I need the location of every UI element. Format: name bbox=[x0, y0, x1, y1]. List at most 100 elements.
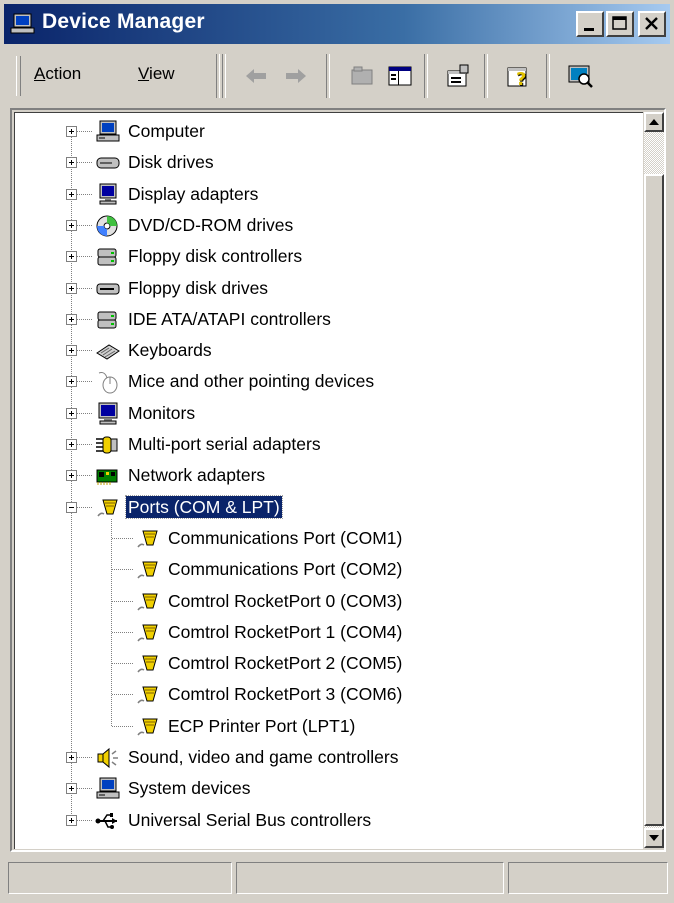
tree-category[interactable]: Display adapters bbox=[15, 180, 635, 210]
tree-device-label: Comtrol RocketPort 0 (COM3) bbox=[168, 590, 403, 611]
port-icon bbox=[137, 718, 158, 736]
tree-device[interactable]: Comtrol RocketPort 3 (COM6) bbox=[15, 680, 635, 710]
menu-view[interactable]: View bbox=[138, 64, 175, 84]
expand-toggle[interactable] bbox=[66, 345, 77, 357]
expand-toggle[interactable] bbox=[66, 470, 77, 482]
toolbar-separator bbox=[216, 54, 220, 98]
expand-toggle[interactable] bbox=[66, 251, 77, 263]
toolbar-separator bbox=[424, 54, 428, 98]
expand-toggle[interactable] bbox=[66, 376, 77, 388]
tree-category-label: IDE ATA/ATAPI controllers bbox=[128, 308, 331, 329]
tree-line bbox=[77, 444, 93, 445]
expand-toggle[interactable] bbox=[66, 752, 77, 763]
usb-icon bbox=[95, 812, 117, 829]
expand-toggle[interactable] bbox=[66, 313, 77, 325]
tree-line bbox=[77, 475, 93, 477]
port-icon bbox=[137, 530, 158, 548]
close-button[interactable] bbox=[638, 11, 666, 37]
tree-category[interactable]: Floppy disk drives bbox=[15, 274, 635, 304]
computer-icon bbox=[10, 13, 35, 34]
title-bar[interactable]: Device Manager bbox=[4, 4, 670, 44]
toolbar-separator bbox=[546, 54, 550, 98]
expand-toggle[interactable] bbox=[66, 814, 77, 826]
expand-toggle[interactable] bbox=[66, 783, 77, 795]
minimize-button[interactable] bbox=[576, 11, 604, 37]
tree-category[interactable]: Multi-port serial adapters bbox=[15, 430, 635, 460]
tree-category-label: Mice and other pointing devices bbox=[128, 371, 375, 392]
tree-line bbox=[77, 412, 93, 414]
tree-category[interactable]: Monitors bbox=[15, 399, 635, 429]
expand-toggle[interactable] bbox=[66, 439, 77, 450]
arrow-up-icon bbox=[649, 119, 659, 125]
tree-category-label: Network adapters bbox=[128, 465, 266, 486]
tree-device[interactable]: Communications Port (COM2) bbox=[15, 555, 635, 585]
help-icon[interactable]: ? ? bbox=[504, 62, 532, 90]
maximize-button[interactable] bbox=[606, 11, 634, 37]
show-hide-tree-icon[interactable] bbox=[386, 62, 414, 90]
up-folder-icon[interactable] bbox=[348, 62, 376, 90]
expand-toggle[interactable] bbox=[66, 126, 77, 137]
status-pane bbox=[236, 862, 504, 894]
expand-toggle[interactable] bbox=[66, 157, 77, 169]
toolbar-grip[interactable] bbox=[16, 56, 21, 96]
tree-device-label: Communications Port (COM2) bbox=[168, 559, 403, 580]
menu-action-rest: ction bbox=[45, 64, 82, 83]
menu-action[interactable]: Action bbox=[34, 64, 81, 84]
tree-category[interactable]: Universal Serial Bus controllers bbox=[15, 806, 635, 836]
toolbar: Action View ? ? bbox=[4, 48, 670, 104]
tree-line bbox=[112, 694, 134, 696]
tree-line bbox=[112, 537, 134, 539]
tree-category[interactable]: Disk drives bbox=[15, 148, 635, 178]
tree-category[interactable]: Network adapters bbox=[15, 461, 635, 491]
scroll-up-button[interactable] bbox=[644, 112, 664, 132]
tree-device[interactable]: Communications Port (COM1) bbox=[15, 524, 635, 554]
tree-device-label: Comtrol RocketPort 3 (COM6) bbox=[168, 684, 403, 705]
tree-line bbox=[77, 131, 93, 132]
port-icon bbox=[137, 561, 158, 579]
tree-category[interactable]: Keyboards bbox=[15, 336, 635, 366]
tree-category[interactable]: Mice and other pointing devices bbox=[15, 367, 635, 397]
tree-category-label: DVD/CD-ROM drives bbox=[128, 214, 294, 235]
tree-category[interactable]: Floppy disk controllers bbox=[15, 242, 635, 272]
tree-category-label: Floppy disk controllers bbox=[128, 246, 303, 267]
expand-toggle[interactable] bbox=[66, 188, 77, 200]
tree-device-label: Comtrol RocketPort 2 (COM5) bbox=[168, 653, 403, 674]
tree-line bbox=[112, 631, 134, 633]
tree-category[interactable]: Ports (COM & LPT) bbox=[15, 493, 635, 523]
computer-icon bbox=[96, 120, 120, 142]
display-adapter-icon bbox=[99, 183, 117, 205]
toolbar-separator bbox=[326, 54, 330, 98]
tree-device[interactable]: Comtrol RocketPort 1 (COM4) bbox=[15, 618, 635, 648]
svg-text:?: ? bbox=[516, 69, 526, 90]
tree-line bbox=[112, 663, 134, 665]
vertical-scrollbar[interactable] bbox=[644, 112, 664, 848]
tree-category[interactable]: Sound, video and game controllers bbox=[15, 743, 635, 773]
menu-view-rest: iew bbox=[149, 64, 175, 83]
minimize-icon bbox=[584, 28, 594, 31]
tree-line bbox=[77, 287, 93, 289]
tree-device[interactable]: Comtrol RocketPort 0 (COM3) bbox=[15, 587, 635, 617]
tree-category[interactable]: DVD/CD-ROM drives bbox=[15, 211, 635, 241]
tree-device[interactable]: ECP Printer Port (LPT1) bbox=[15, 712, 635, 742]
scan-hardware-icon[interactable] bbox=[566, 62, 594, 90]
close-icon bbox=[645, 17, 658, 30]
scroll-down-button[interactable] bbox=[644, 828, 664, 848]
expand-toggle[interactable] bbox=[66, 282, 77, 294]
tree-category[interactable]: IDE ATA/ATAPI controllers bbox=[15, 305, 635, 335]
serial-adapter-icon bbox=[96, 436, 118, 454]
back-arrow-icon[interactable] bbox=[242, 62, 270, 90]
forward-arrow-icon[interactable] bbox=[282, 62, 310, 90]
collapse-toggle[interactable] bbox=[66, 501, 77, 513]
tree-category[interactable]: System devices bbox=[15, 774, 635, 804]
tree-device[interactable]: Comtrol RocketPort 2 (COM5) bbox=[15, 649, 635, 679]
toolbar-separator bbox=[222, 54, 226, 98]
tree-category[interactable]: Computer bbox=[15, 117, 635, 147]
device-tree[interactable]: Computer Disk drives Display adapters DVD/C… bbox=[14, 112, 643, 849]
expand-toggle[interactable] bbox=[66, 219, 77, 231]
expand-toggle[interactable] bbox=[66, 407, 77, 419]
network-adapter-icon bbox=[96, 469, 118, 486]
maximize-icon bbox=[612, 16, 627, 30]
scroll-thumb[interactable] bbox=[644, 174, 664, 826]
tree-line bbox=[77, 224, 93, 226]
properties-icon[interactable] bbox=[444, 62, 472, 90]
